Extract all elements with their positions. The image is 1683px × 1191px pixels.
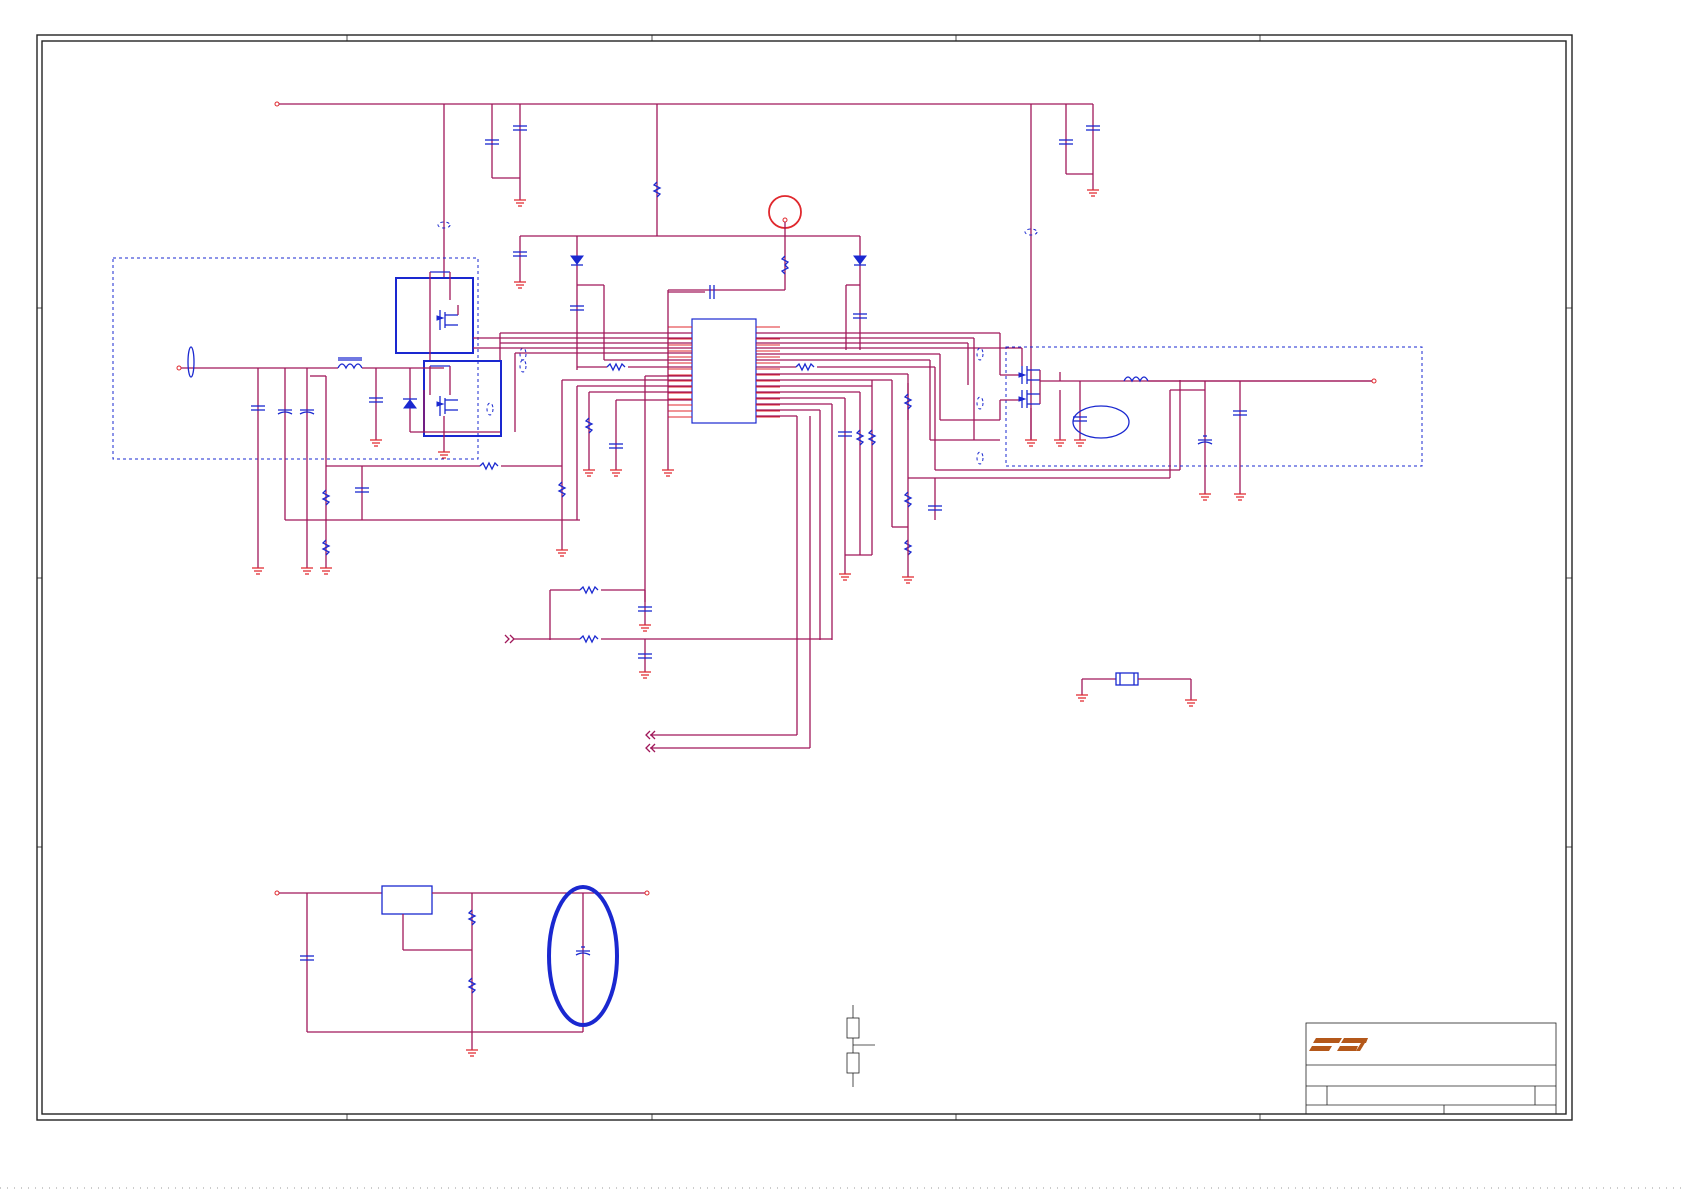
series-resistors-symbol [846, 1005, 875, 1087]
right-phase-region [1005, 346, 1423, 467]
top-power-rail [274, 101, 1094, 440]
schematic-sheet [0, 34, 1683, 1189]
company-logo [1309, 1038, 1368, 1051]
ldo-regulator-section [274, 885, 650, 1057]
controller-ic [691, 318, 757, 424]
ic-left-pins [668, 326, 692, 418]
jumper [1076, 672, 1197, 707]
test-point-highlight [768, 195, 802, 290]
title-block [1305, 1022, 1557, 1115]
bootstrap-network [513, 235, 867, 370]
low-side-mosfet [403, 360, 502, 459]
high-side-mosfet [395, 271, 474, 360]
probe-markers-left [437, 221, 527, 373]
left-output-stage [176, 346, 580, 575]
sense-inputs [504, 585, 832, 753]
right-output-stage [1072, 376, 1377, 501]
drawing-frame [0, 34, 1683, 1189]
ground-symbol [514, 189, 1099, 207]
